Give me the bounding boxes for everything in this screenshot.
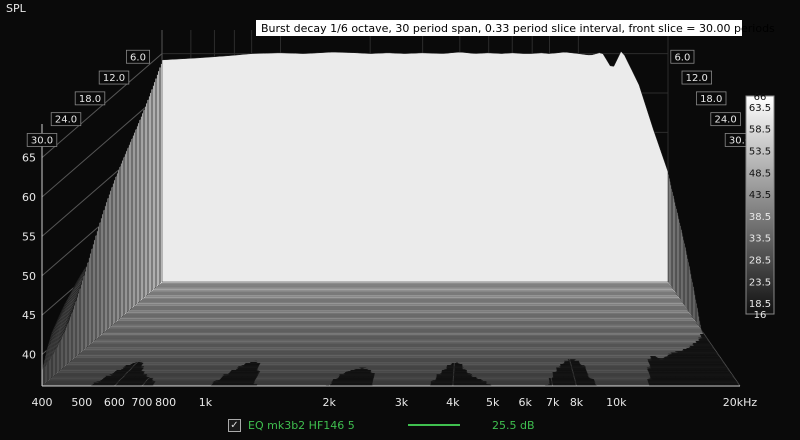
x-tick-label: 4k: [446, 396, 460, 409]
legend-series-name: EQ mk3b2 HF146 5: [248, 418, 355, 432]
colorbar-tick-label: 33.5: [749, 234, 771, 245]
y-tick-label: 45: [22, 309, 36, 322]
y-axis-label: SPL: [6, 2, 27, 15]
colorbar-tick-label: 16: [754, 310, 767, 321]
depth-tick-left: 24.0: [55, 115, 77, 126]
x-tick-label: 8k: [570, 396, 584, 409]
depth-tick-left: 18.0: [79, 94, 101, 105]
waterfall-slice: [161, 50, 669, 283]
colorbar-tick-label: 28.5: [749, 256, 771, 267]
colorbar-tick-label: 43.5: [749, 190, 771, 201]
x-tick-label: 400: [32, 396, 53, 409]
depth-tick-right: 18.0: [700, 94, 722, 105]
colorbar-tick-label: 63.5: [749, 103, 771, 114]
x-tick-label: 6k: [518, 396, 532, 409]
colorbar-tick-label: 66: [754, 92, 767, 103]
y-tick-label: 40: [22, 349, 36, 362]
x-tick-label: 600: [104, 396, 125, 409]
depth-tick-right: 6.0: [674, 52, 690, 63]
depth-tick-right: 24.0: [714, 115, 736, 126]
colorbar-tick-label: 23.5: [749, 277, 771, 288]
colorbar-tick-label: 48.5: [749, 168, 771, 179]
waterfall-chart: 400 500 600 700 800 1k 2k 3k 4k 5k 6k 7k 8k 10k 20kHz 4…: [6, 2, 775, 409]
x-tick-label: 20kHz: [723, 396, 758, 409]
legend-line-swatch: [408, 424, 460, 426]
legend-value: 25.5 dB: [492, 418, 535, 432]
x-tick-label: 500: [71, 396, 92, 409]
legend-checkbox[interactable]: ✓: [228, 418, 241, 432]
x-tick-label: 700: [131, 396, 152, 409]
depth-tick-left: 6.0: [130, 52, 146, 63]
colorbar: 6663.5 58.5 53.5 48.5 43.5 38.5 33.5 28.5 23.5 18…: [745, 92, 775, 321]
legend: ✓ EQ mk3b2 HF146 5 25.5 dB: [228, 416, 535, 434]
y-tick-label: 65: [22, 152, 36, 165]
x-tick-label: 3k: [395, 396, 409, 409]
depth-tick-left: 12.0: [103, 73, 125, 84]
x-tick-label: 1k: [199, 396, 213, 409]
colorbar-tick-label: 18.5: [749, 299, 771, 310]
y-tick-label: 50: [22, 270, 36, 283]
colorbar-tick-label: 58.5: [749, 125, 771, 136]
colorbar-tick-label: 38.5: [749, 212, 771, 223]
depth-tick-left: 30.0: [31, 135, 53, 146]
x-tick-label: 800: [155, 396, 176, 409]
depth-tick-right: 12.0: [686, 73, 708, 84]
y-tick-label: 60: [22, 191, 36, 204]
x-tick-label: 2k: [322, 396, 336, 409]
colorbar-tick-label: 53.5: [749, 147, 771, 158]
waterfall-slices: [41, 50, 740, 387]
y-tick-label: 55: [22, 230, 36, 243]
x-tick-label: 7k: [546, 396, 560, 409]
chart-title: Burst decay 1/6 octave, 30 period span, …: [256, 20, 775, 36]
x-tick-label: 10k: [606, 396, 627, 409]
chart-title-text: Burst decay 1/6 octave, 30 period span, …: [261, 22, 775, 35]
x-tick-label: 5k: [486, 396, 500, 409]
